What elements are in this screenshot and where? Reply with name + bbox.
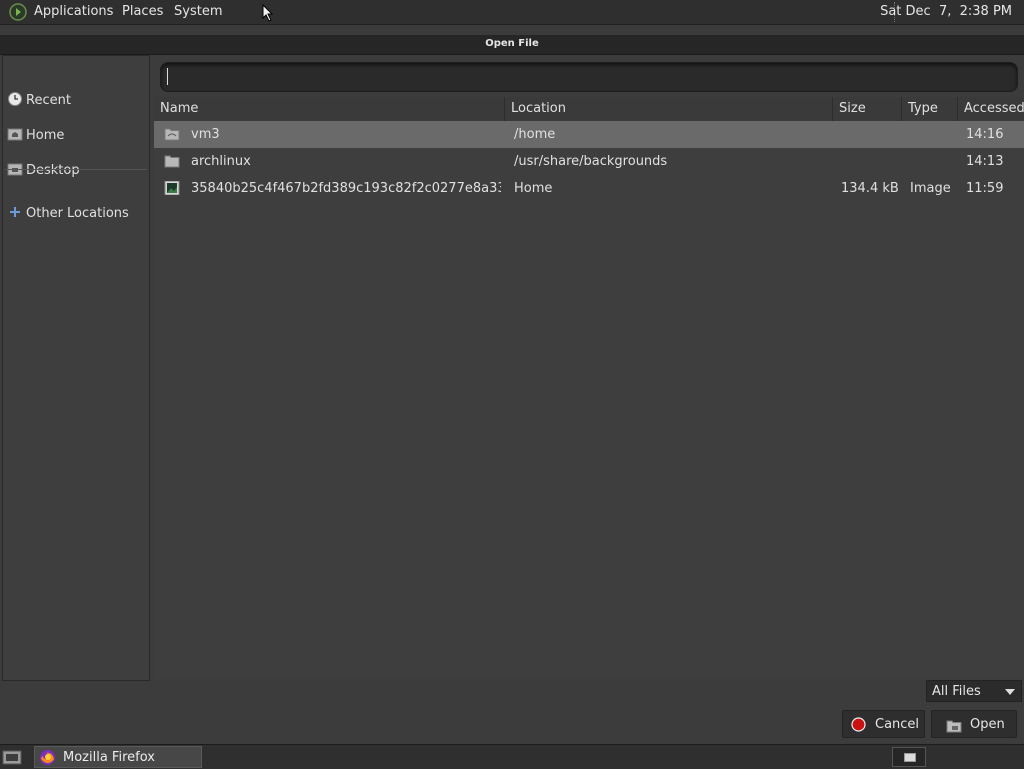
file-type-filter-select[interactable]: All Files [926,680,1022,702]
bottom-taskbar: Mozilla Firefox [0,744,1024,769]
chevron-down-icon [1005,689,1015,695]
cancel-icon [851,717,866,732]
file-accessed: 14:13 [966,154,1004,169]
file-type [910,121,956,148]
menu-system[interactable]: System [174,4,222,19]
file-location: Home [514,181,553,196]
file-location: /usr/share/backgrounds [514,154,668,169]
clock[interactable]: Sat Dec 7, 2:38 PM [880,4,1012,19]
file-location: /home [514,127,556,142]
sidebar-item-label: Other Locations [26,206,129,221]
show-desktop-icon[interactable] [2,748,22,766]
column-header-location[interactable]: Location [505,97,833,121]
file-name: 35840b25c4f467b2fd389c193c82f2c0277e8a33… [191,181,501,196]
file-name: archlinux [191,154,251,169]
cancel-button-label: Cancel [875,717,920,732]
open-button[interactable]: Open [931,710,1017,738]
text-caret [167,68,168,85]
menu-applications[interactable]: Applications [34,4,113,19]
dialog-title: Open File [485,38,539,49]
file-type [910,148,956,175]
menu-places[interactable]: Places [122,4,163,19]
column-header-accessed[interactable]: Accessed [958,97,1024,121]
file-type: Image [910,181,951,196]
sidebar-item-recent[interactable]: Recent [3,86,149,112]
workspace-switcher[interactable] [892,747,926,767]
firefox-icon [40,750,55,765]
column-header-name[interactable]: Name [154,97,505,121]
file-row-image[interactable]: 35840b25c4f467b2fd389c193c82f2c0277e8a33… [154,175,1024,202]
location-input[interactable] [167,67,1007,87]
file-accessed: 14:16 [966,127,1004,142]
sidebar-item-label: Desktop [26,163,80,178]
sidebar-item-label: Home [26,128,65,143]
file-size [841,148,901,175]
file-size: 134.4 kB [841,181,899,196]
sidebar-item-label: Recent [26,93,71,108]
file-row-archlinux[interactable]: archlinux /usr/share/backgrounds 14:13 [154,148,1024,175]
open-folder-icon [946,720,962,733]
taskbar-window-label: Mozilla Firefox [63,750,155,765]
folder-icon [164,155,180,168]
column-header-row: Name Location Size Type Accessed [154,97,1024,122]
file-name: vm3 [191,127,220,142]
sidebar-item-other-locations[interactable]: Other Locations [3,199,149,225]
file-accessed: 11:59 [966,181,1004,196]
location-bar[interactable] [160,62,1018,92]
sidebar-divider [5,169,147,170]
sidebar-item-home[interactable]: Home [3,121,149,147]
home-folder-icon [7,128,23,141]
top-panel: Applications Places System Sat Dec 7, 2:… [0,0,1024,25]
taskbar-window-firefox[interactable]: Mozilla Firefox [34,746,202,768]
cancel-button[interactable]: Cancel [842,710,925,738]
file-row-vm3[interactable]: vm3 /home 14:16 [154,121,1024,148]
distro-logo-icon[interactable] [9,3,27,21]
open-file-dialog: Open File Recent Home Desktop Other Loca… [0,35,1024,743]
mouse-pointer-icon [262,4,274,22]
folder-icon [164,128,180,141]
clock-icon [8,92,22,106]
places-sidebar: Recent Home Desktop Other Locations [2,55,150,681]
workspace-window-thumbnail [904,753,916,762]
dialog-titlebar[interactable]: Open File [0,35,1024,55]
open-button-label: Open [970,717,1005,732]
file-list: Name Location Size Type Accessed vm3 /ho… [154,97,1024,679]
column-header-size[interactable]: Size [833,97,902,121]
plus-icon [10,207,20,217]
image-file-icon [164,181,180,195]
file-size [841,121,901,148]
column-header-type[interactable]: Type [902,97,958,121]
file-type-filter-value: All Files [932,684,981,699]
